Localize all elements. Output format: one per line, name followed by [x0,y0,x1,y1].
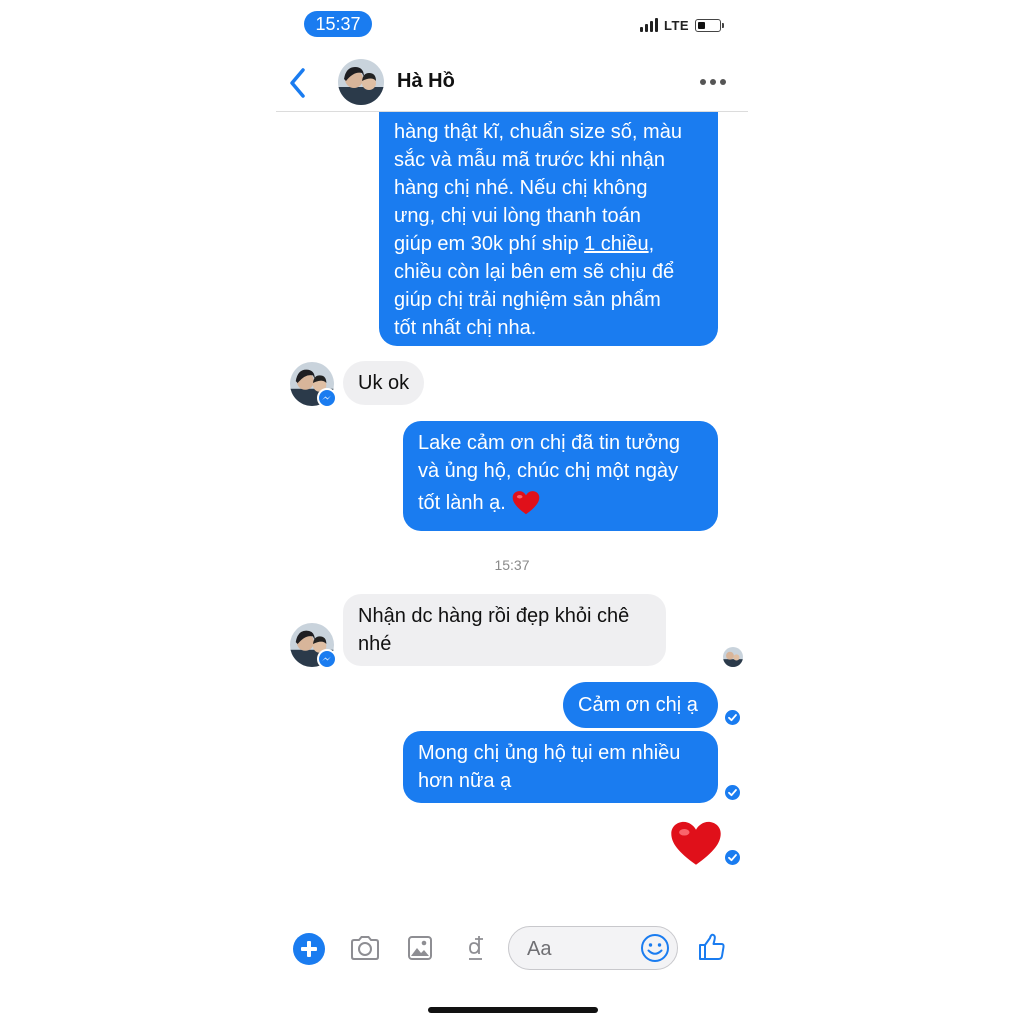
message-text: sắc và mẫu mã trước khi nhận [394,149,666,171]
status-time: 15:37 [304,11,372,37]
signal-icon [640,18,658,32]
seen-check-icon [725,710,740,725]
chat-header: Hà Hồ [276,55,748,112]
emoji-icon[interactable] [640,933,670,963]
back-chevron-icon [290,68,305,98]
message-outgoing[interactable]: Lake cảm ơn chị đã tin tưởng và ủng hộ, … [403,421,718,531]
battery-icon [695,18,725,32]
message-incoming[interactable]: Uk ok [343,361,425,405]
seen-check-icon [725,785,740,800]
message-outgoing[interactable]: Cảm ơn chị ạ [563,682,718,728]
image-icon[interactable] [407,935,433,961]
messenger-screen: 15:37 LTE Hà Hồ hàng thật kĩ, chuẩn size… [276,0,748,1024]
home-indicator[interactable] [428,1007,598,1013]
message-text: chiều còn lại bên em sẽ chịu để [394,261,675,283]
message-text: nhé [358,633,392,655]
more-icon [700,79,706,85]
message-outgoing[interactable]: hàng thật kĩ, chuẩn size số, màu sắc và … [379,112,718,346]
message-input-placeholder: Aa [527,938,552,960]
dong-payment-icon[interactable] [465,935,487,963]
message-text: tốt lành ạ. [418,492,506,514]
message-text: Nhận dc hàng rồi đẹp khỏi chê [358,605,630,627]
message-text: giúp em 30k phí ship 1 chiều, [394,233,655,255]
messenger-badge-icon [317,388,337,408]
underlined-text: 1 chiều [584,233,649,255]
message-input[interactable]: Aa [508,926,678,970]
camera-icon[interactable] [349,934,381,962]
like-icon[interactable] [697,932,727,962]
message-text: ưng, chị vui lòng thanh toán [394,205,641,227]
more-button[interactable] [700,75,726,89]
heart-icon[interactable] [670,820,722,868]
plus-icon[interactable] [293,933,325,965]
status-icons: LTE [640,14,725,36]
message-text: Uk ok [358,372,410,394]
timestamp: 15:37 [494,557,530,573]
message-outgoing[interactable]: Mong chị ủng hộ tụi em nhiều hơn nữa ạ [403,731,718,803]
seen-avatar [723,647,743,667]
contact-avatar[interactable] [338,59,384,105]
message-text: giúp chị trải nghiệm sản phẩm [394,289,661,311]
back-button[interactable] [284,65,314,101]
message-text: Lake cảm ơn chị đã tin tưởng [418,432,680,454]
message-list[interactable]: hàng thật kĩ, chuẩn size số, màu sắc và … [276,112,748,912]
message-text: hơn nữa ạ [418,770,512,792]
seen-check-icon [725,850,740,865]
heart-icon [512,491,540,515]
composer-bar: Aa [276,922,748,976]
message-incoming[interactable]: Nhận dc hàng rồi đẹp khỏi chê nhé [343,594,666,666]
message-text: và ủng hộ, chúc chị một ngày [418,460,679,482]
message-text: hàng chị nhé. Nếu chị không [394,177,648,199]
message-text: tốt nhất chị nha. [394,317,537,339]
message-text: Cảm ơn chị ạ [578,694,698,716]
contact-name[interactable]: Hà Hồ [397,70,455,93]
message-text: Mong chị ủng hộ tụi em nhiều [418,742,681,764]
messenger-badge-icon [317,649,337,669]
message-text: hàng thật kĩ, chuẩn size số, màu [394,121,682,143]
network-type: LTE [664,17,690,33]
